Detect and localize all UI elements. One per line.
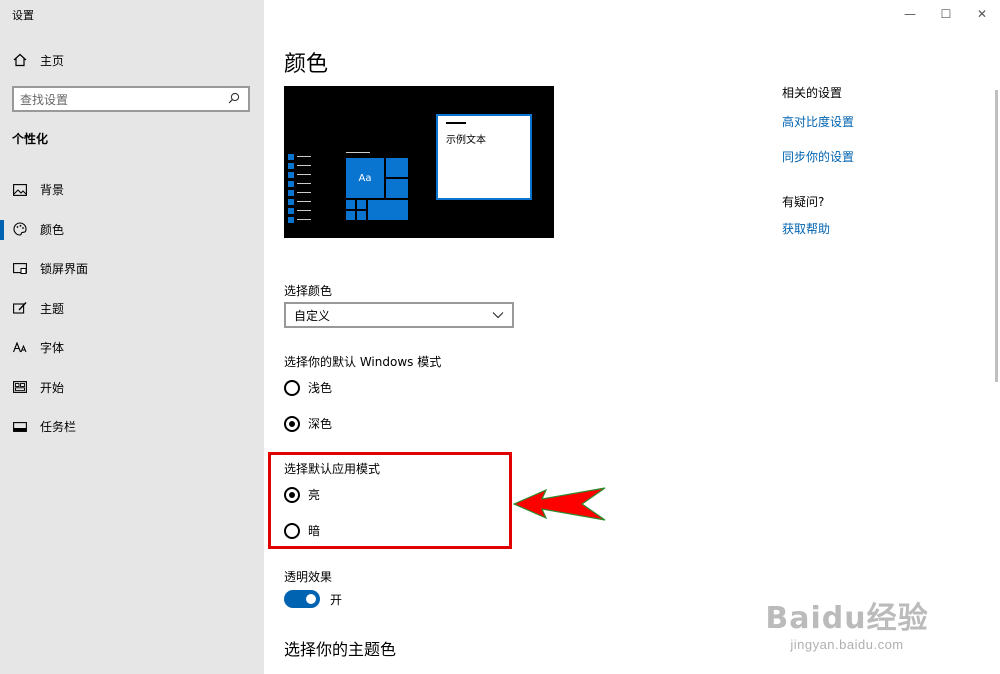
picture-icon bbox=[12, 182, 28, 198]
sidebar-item-label: 锁屏界面 bbox=[40, 262, 89, 277]
preview-tile bbox=[386, 179, 408, 198]
app-mode-light-radio[interactable]: 亮 bbox=[284, 486, 320, 503]
section-title: 个性化 bbox=[12, 132, 49, 146]
preview-tile-aa: Aa bbox=[346, 158, 384, 198]
close-button[interactable]: ✕ bbox=[964, 0, 1000, 28]
home-label: 主页 bbox=[40, 53, 65, 68]
sync-settings-link[interactable]: 同步你的设置 bbox=[782, 148, 962, 165]
sidebar-item-background[interactable]: 背景 bbox=[0, 170, 264, 210]
radio-circle[interactable] bbox=[284, 486, 300, 503]
preview-tile bbox=[386, 158, 408, 177]
minimize-button[interactable]: — bbox=[892, 0, 928, 28]
preview-sample-window: 示例文本 bbox=[436, 114, 532, 200]
sidebar-item-label: 字体 bbox=[40, 341, 65, 356]
preview-tile bbox=[357, 211, 366, 220]
radio-label: 浅色 bbox=[308, 381, 333, 395]
sidebar-item-fonts[interactable]: 字体 bbox=[0, 328, 264, 368]
help-heading: 有疑问? bbox=[782, 195, 825, 209]
color-preview: Aa 示例文本 bbox=[284, 86, 554, 238]
high-contrast-link[interactable]: 高对比度设置 bbox=[782, 113, 962, 130]
window-controls: — ☐ ✕ bbox=[892, 0, 1000, 30]
lock-screen-icon bbox=[12, 261, 28, 277]
preview-tile bbox=[368, 200, 408, 220]
help-section: 有疑问? 获取帮助 bbox=[782, 193, 962, 237]
start-tiles-icon bbox=[12, 379, 28, 395]
search-icon[interactable] bbox=[228, 92, 242, 106]
chevron-down-icon bbox=[492, 308, 504, 322]
preview-tiles-header bbox=[346, 152, 370, 153]
scrollbar[interactable] bbox=[995, 90, 998, 382]
sidebar-item-label: 主题 bbox=[40, 301, 65, 316]
preview-tiles: Aa bbox=[346, 158, 408, 228]
sidebar-item-label: 颜色 bbox=[40, 222, 65, 237]
sidebar-item-taskbar[interactable]: 任务栏 bbox=[0, 407, 264, 447]
search-input[interactable]: 查找设置 bbox=[12, 86, 250, 112]
search-placeholder: 查找设置 bbox=[20, 92, 69, 107]
font-icon bbox=[12, 340, 28, 356]
page-title: 颜色 bbox=[284, 52, 329, 77]
sidebar-item-start[interactable]: 开始 bbox=[0, 368, 264, 408]
sidebar-item-colors[interactable]: 颜色 bbox=[0, 210, 264, 250]
radio-circle[interactable] bbox=[284, 379, 300, 396]
watermark-logo: Baidu经验 bbox=[765, 601, 929, 636]
radio-circle[interactable] bbox=[284, 415, 300, 432]
main-content: — ☐ ✕ 颜色 Aa 示例文本 选择颜色 自定义 选择你的默认 Windows… bbox=[264, 0, 1000, 674]
radio-label: 深色 bbox=[308, 417, 333, 431]
radio-circle[interactable] bbox=[284, 522, 300, 539]
sidebar-item-label: 背景 bbox=[40, 183, 65, 198]
windows-mode-dark-radio[interactable]: 深色 bbox=[284, 415, 332, 432]
watermark-url: jingyan.baidu.com bbox=[790, 637, 904, 652]
related-settings-heading: 相关的设置 bbox=[782, 86, 843, 100]
preview-sample-text: 示例文本 bbox=[446, 135, 486, 146]
preview-start-list bbox=[288, 152, 314, 224]
windows-mode-label: 选择你的默认 Windows 模式 bbox=[284, 355, 442, 369]
red-arrow-annotation bbox=[512, 487, 606, 521]
preview-tile bbox=[357, 200, 366, 209]
app-mode-dark-radio[interactable]: 暗 bbox=[284, 522, 320, 539]
radio-label: 亮 bbox=[308, 488, 321, 502]
sidebar-item-label: 任务栏 bbox=[40, 420, 77, 435]
sidebar-item-themes[interactable]: 主题 bbox=[0, 289, 264, 329]
sidebar-nav: 背景 颜色 锁屏界面 主题 字体 开始 任务栏 bbox=[0, 170, 264, 447]
home-icon bbox=[12, 52, 28, 68]
preview-tile bbox=[346, 200, 355, 209]
choose-color-value: 自定义 bbox=[294, 308, 331, 323]
sidebar-item-label: 开始 bbox=[40, 380, 65, 395]
transparency-toggle[interactable]: 开 bbox=[284, 590, 342, 608]
choose-color-label: 选择颜色 bbox=[284, 284, 333, 298]
toggle-state: 开 bbox=[330, 592, 343, 607]
choose-color-dropdown[interactable]: 自定义 bbox=[284, 302, 514, 328]
windows-mode-light-radio[interactable]: 浅色 bbox=[284, 379, 332, 396]
watermark: Baidu经验 jingyan.baidu.com bbox=[752, 593, 942, 652]
related-settings: 相关的设置 高对比度设置 同步你的设置 bbox=[782, 84, 962, 183]
app-title: 设置 bbox=[12, 9, 34, 22]
preview-tile bbox=[346, 211, 355, 220]
palette-icon bbox=[12, 221, 28, 237]
transparency-label: 透明效果 bbox=[284, 570, 333, 584]
theme-brush-icon bbox=[12, 300, 28, 316]
maximize-button[interactable]: ☐ bbox=[928, 0, 964, 28]
sidebar: 设置 主页 查找设置 个性化 背景 颜色 锁屏界面 主题 字体 开始 任务栏 bbox=[0, 0, 264, 674]
taskbar-icon bbox=[12, 419, 28, 435]
sidebar-item-lock-screen[interactable]: 锁屏界面 bbox=[0, 249, 264, 289]
home-nav-item[interactable]: 主页 bbox=[12, 50, 64, 70]
radio-label: 暗 bbox=[308, 524, 321, 538]
accent-color-title: 选择你的主题色 bbox=[284, 640, 397, 659]
toggle-switch[interactable] bbox=[284, 590, 320, 608]
app-mode-label: 选择默认应用模式 bbox=[284, 462, 381, 476]
get-help-link[interactable]: 获取帮助 bbox=[782, 220, 962, 237]
